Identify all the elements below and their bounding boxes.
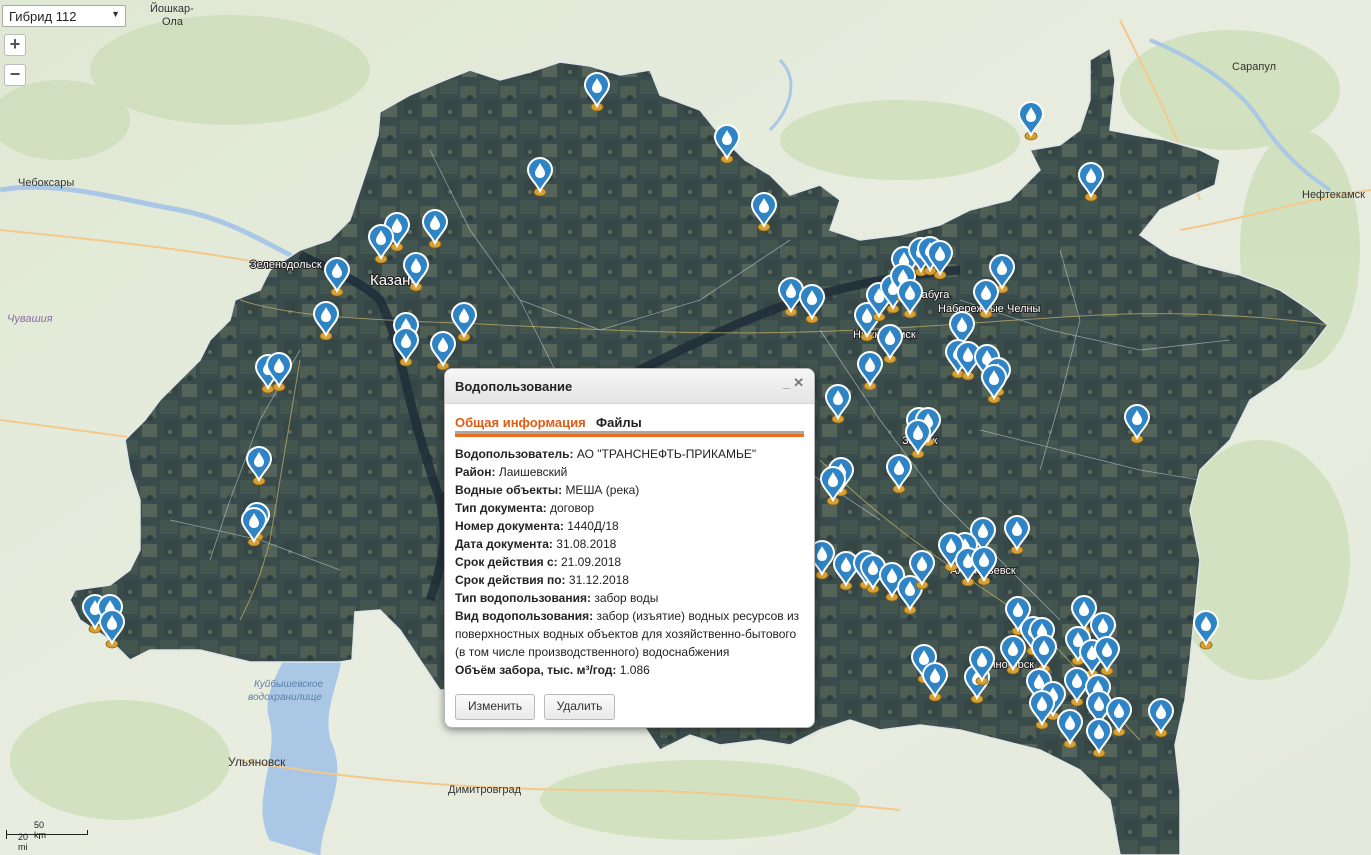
field-row: Водные объекты: МЕША (река) [455, 481, 804, 499]
tab-underline [455, 431, 804, 437]
field-row: Водопользователь: АО "ТРАНСНЕФТЬ-ПРИКАМЬ… [455, 445, 804, 463]
tab-files[interactable]: Файлы [596, 415, 642, 430]
field-value: МЕША (река) [565, 483, 640, 497]
field-label: Вид водопользования: [455, 609, 594, 623]
field-row: Срок действия по: 31.12.2018 [455, 571, 804, 589]
scale-mi-label: 20 mi [18, 832, 29, 852]
field-value: Лаишевский [498, 465, 568, 479]
delete-button[interactable]: Удалить [543, 694, 616, 720]
city-label-yoshkar-ola: Йошкар- [150, 2, 194, 15]
field-row: Район: Лаишевский [455, 463, 804, 481]
zoom-in-button[interactable]: + [4, 34, 26, 56]
field-label: Водопользователь: [455, 447, 574, 461]
field-row: Дата документа: 31.08.2018 [455, 535, 804, 553]
field-value: 21.09.2018 [561, 555, 622, 569]
city-label-zelenodolsk: Зеленодольск [250, 259, 322, 271]
field-label: Срок действия по: [455, 573, 566, 587]
field-label: Срок действия с: [455, 555, 558, 569]
field-value: 31.12.2018 [568, 573, 629, 587]
field-label: Дата документа: [455, 537, 553, 551]
city-label-dimitrovgrad: Димитровград [448, 784, 522, 796]
city-label-cheboksary: Чебоксары [18, 177, 74, 189]
field-label: Тип водопользования: [455, 591, 591, 605]
field-row: Срок действия с: 21.09.2018 [455, 553, 804, 571]
region-label-chuvashia: Чувашия [7, 313, 53, 325]
minimize-icon[interactable]: _ [783, 375, 790, 390]
close-icon[interactable]: ✕ [793, 375, 804, 391]
popup-actions: Изменить Удалить [455, 694, 619, 720]
chevron-down-icon: ▼ [111, 9, 120, 19]
popup-tabs: Общая информация Файлы [455, 404, 804, 437]
city-label-yoshkar-ola-2: Ола [162, 16, 184, 28]
field-row: Номер документа: 1440Д/18 [455, 517, 804, 535]
field-row: Тип водопользования: забор воды [455, 589, 804, 607]
city-label-sarapul: Сарапул [1232, 61, 1276, 73]
field-row: Вид водопользования: забор (изъятие) вод… [455, 607, 804, 661]
field-value: 1440Д/18 [567, 519, 619, 533]
field-label: Тип документа: [455, 501, 547, 515]
water-label-kuibyshev-1: Куйбышевское [254, 678, 323, 690]
popup-fields: Водопользователь: АО "ТРАНСНЕФТЬ-ПРИКАМЬ… [445, 437, 814, 679]
tab-general-info[interactable]: Общая информация [455, 415, 586, 430]
field-value: забор воды [594, 591, 659, 605]
city-label-neftekamsk: Нефтекамск [1302, 189, 1365, 201]
field-label: Объём забора, тыс. м³/год: [455, 663, 617, 677]
zoom-out-button[interactable]: − [4, 64, 26, 86]
city-label-ulyanovsk: Ульяновск [228, 755, 286, 769]
field-value: договор [550, 501, 595, 515]
water-use-popup: Водопользование _ ✕ Общая информация Фай… [444, 368, 815, 728]
layer-select-value: Гибрид 112 [9, 9, 77, 24]
field-label: Район: [455, 465, 496, 479]
field-value: 1.086 [619, 663, 650, 677]
popup-header: Водопользование _ ✕ [445, 369, 814, 404]
water-label-kuibyshev-2: водохранилище [248, 692, 322, 703]
popup-title: Водопользование [455, 379, 573, 394]
field-label: Номер документа: [455, 519, 564, 533]
field-row: Тип документа: договор [455, 499, 804, 517]
layer-select[interactable]: Гибрид 112 ▼ [2, 5, 126, 27]
edit-button[interactable]: Изменить [455, 694, 536, 720]
field-label: Водные объекты: [455, 483, 563, 497]
field-value: АО "ТРАНСНЕФТЬ-ПРИКАМЬЕ" [576, 447, 757, 461]
field-row: Объём забора, тыс. м³/год: 1.086 [455, 661, 804, 679]
field-value: 31.08.2018 [556, 537, 617, 551]
